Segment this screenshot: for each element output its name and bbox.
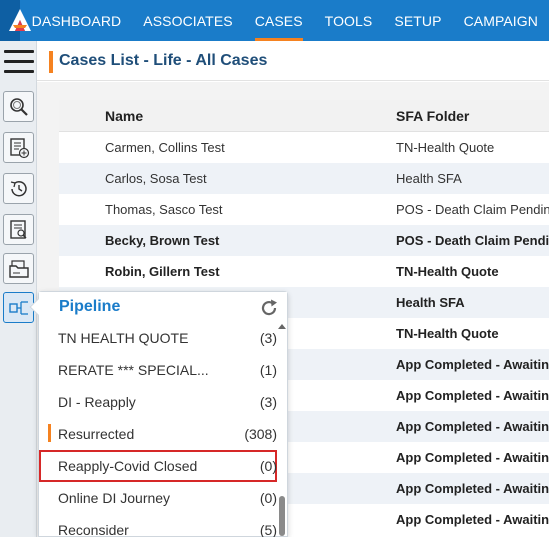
cell-folder: App Completed - Awaiting xyxy=(396,357,549,372)
pipeline-item-label: Online DI Journey xyxy=(58,490,171,506)
cell-folder: App Completed - Awaiting xyxy=(396,450,549,465)
pipeline-item-count: (0) xyxy=(259,458,277,474)
add-document-icon[interactable] xyxy=(3,132,34,163)
table-row[interactable]: Carlos, Sosa Test Health SFA xyxy=(59,163,549,194)
cell-folder: Health SFA xyxy=(396,171,462,186)
cell-name: Carmen, Collins Test xyxy=(105,140,225,155)
pipeline-item[interactable]: Reconsider (5) xyxy=(39,514,277,537)
pipeline-title: Pipeline xyxy=(59,298,121,315)
cell-folder: TN-Health Quote xyxy=(396,264,499,279)
top-navbar: DASHBOARD ASSOCIATES CASES TOOLS SETUP C… xyxy=(0,0,549,41)
page-title: Cases List - Life - All Cases xyxy=(59,52,268,69)
nav-cases[interactable]: CASES xyxy=(244,0,314,41)
pipeline-item[interactable]: RERATE *** SPECIAL... (1) xyxy=(39,354,277,386)
folder-icon[interactable] xyxy=(3,253,34,284)
table-row[interactable]: Robin, Gillern Test TN-Health Quote xyxy=(59,256,549,287)
cell-folder: App Completed - Awaiting xyxy=(396,419,549,434)
cell-name: Carlos, Sosa Test xyxy=(105,171,207,186)
nav-tools[interactable]: TOOLS xyxy=(314,0,384,41)
search-icon[interactable] xyxy=(3,91,34,122)
table-header: Name SFA Folder xyxy=(59,100,549,132)
pipeline-item[interactable]: DI - Reapply (3) xyxy=(39,386,277,418)
cell-name: Becky, Brown Test xyxy=(105,233,220,248)
nav-setup[interactable]: SETUP xyxy=(383,0,452,41)
cell-folder: POS - Death Claim Pending xyxy=(396,233,549,248)
pipeline-popover: Pipeline TN HEALTH QUOTE (3) RERATE *** S… xyxy=(29,291,288,537)
pipeline-item-label: Reapply-Covid Closed xyxy=(58,458,198,474)
pipeline-item[interactable]: Resurrected (308) xyxy=(39,418,277,450)
column-header-sfa-folder[interactable]: SFA Folder xyxy=(396,108,469,124)
pipeline-item-count: (308) xyxy=(244,426,277,442)
pipeline-scrollbar[interactable] xyxy=(278,324,286,536)
table-row[interactable]: Thomas, Sasco Test POS - Death Claim Pend… xyxy=(59,194,549,225)
tool-rail xyxy=(0,41,37,537)
cell-name: Robin, Gillern Test xyxy=(105,264,220,279)
pipeline-item[interactable]: Online DI Journey (0) xyxy=(39,482,277,514)
scrollbar-thumb[interactable] xyxy=(279,496,285,536)
table-row[interactable]: Carmen, Collins Test TN-Health Quote xyxy=(59,132,549,163)
pipeline-list: TN HEALTH QUOTE (3) RERATE *** SPECIAL...… xyxy=(39,322,277,537)
pipeline-item-count: (5) xyxy=(259,522,277,537)
nav-associates[interactable]: ASSOCIATES xyxy=(132,0,243,41)
title-accent xyxy=(49,51,53,73)
cell-name: Thomas, Sasco Test xyxy=(105,202,223,217)
pipeline-item-label: Resurrected xyxy=(58,426,135,442)
pipeline-item-count: (3) xyxy=(259,330,277,346)
nav-dashboard[interactable]: DASHBOARD xyxy=(32,0,133,41)
history-icon[interactable] xyxy=(3,173,34,204)
scroll-up-icon[interactable] xyxy=(278,324,286,329)
page-header: Cases List - Life - All Cases xyxy=(37,41,549,81)
cell-folder: App Completed - Awaiting xyxy=(396,388,549,403)
logo-icon[interactable] xyxy=(0,0,31,41)
pipeline-item-label: DI - Reapply xyxy=(58,394,136,410)
cell-folder: App Completed - Awaiting xyxy=(396,481,549,496)
pipeline-item-highlighted[interactable]: Reapply-Covid Closed (0) xyxy=(39,450,277,482)
pipeline-item-label: Reconsider xyxy=(58,522,129,537)
cell-folder: POS - Death Claim Pending xyxy=(396,202,549,217)
table-row[interactable]: Becky, Brown Test POS - Death Claim Pendi… xyxy=(59,225,549,256)
pipeline-header: Pipeline xyxy=(39,292,287,322)
selected-marker xyxy=(48,424,51,442)
cell-folder: App Completed - Awaiting xyxy=(396,512,549,527)
column-header-name[interactable]: Name xyxy=(105,108,143,124)
nav-menu: DASHBOARD ASSOCIATES CASES TOOLS SETUP C… xyxy=(20,0,549,41)
cell-folder: TN-Health Quote xyxy=(396,140,495,155)
pipeline-item-count: (1) xyxy=(259,362,277,378)
cell-folder: TN-Health Quote xyxy=(396,326,499,341)
cell-folder: Health SFA xyxy=(396,295,465,310)
pipeline-item[interactable]: TN HEALTH QUOTE (3) xyxy=(39,322,277,354)
pipeline-item-count: (0) xyxy=(259,490,277,506)
pipeline-item-label: TN HEALTH QUOTE xyxy=(58,330,189,346)
pipeline-item-count: (3) xyxy=(259,394,277,410)
pipeline-item-label: RERATE *** SPECIAL... xyxy=(58,362,209,378)
refresh-icon[interactable] xyxy=(259,298,279,323)
menu-icon[interactable] xyxy=(4,50,34,76)
nav-campaign[interactable]: CAMPAIGN xyxy=(453,0,549,41)
document-search-icon[interactable] xyxy=(3,214,34,245)
